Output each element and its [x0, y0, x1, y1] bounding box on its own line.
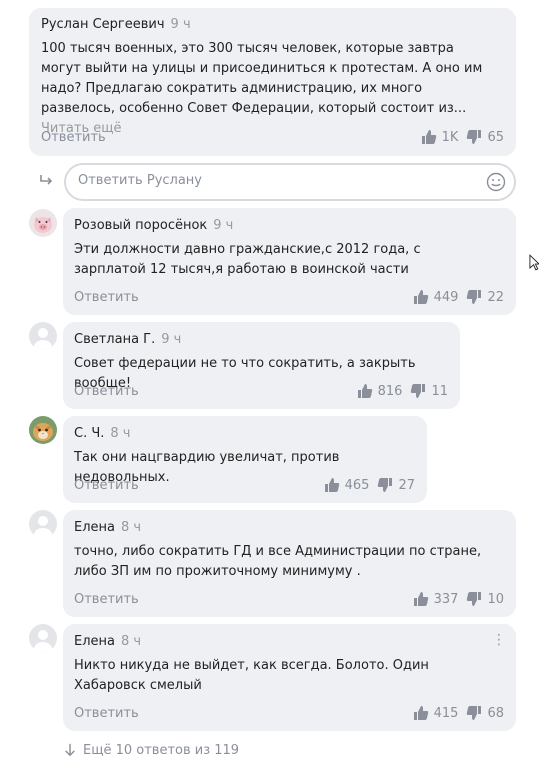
dislike-button[interactable]: 65 [466, 129, 504, 145]
like-count: 449 [433, 289, 459, 305]
comment-time: 9 ч [213, 218, 234, 233]
like-count: 415 [433, 705, 459, 721]
like-button[interactable]: 1K [421, 129, 459, 145]
thumbs-down-icon [411, 384, 426, 398]
thumbs-up-icon [357, 384, 372, 398]
comment-author[interactable]: Елена 8 ч [74, 520, 141, 535]
thumbs-up-icon [413, 706, 428, 720]
reactions: 449 22 [413, 289, 504, 305]
reply-button[interactable]: Ответить [74, 384, 139, 399]
more-replies-label: Ещё 10 ответов из 119 [83, 742, 240, 758]
reactions: 816 11 [357, 383, 448, 399]
like-button[interactable]: 415 [413, 705, 459, 721]
thumbs-down-icon [378, 478, 393, 492]
dislike-count: 22 [487, 289, 504, 305]
thumbs-up-icon [324, 478, 339, 492]
like-button[interactable]: 465 [324, 477, 370, 493]
author-name[interactable]: Елена [74, 634, 115, 649]
comment-author[interactable]: Светлана Г. 9 ч [74, 332, 181, 347]
dislike-count: 65 [487, 129, 504, 145]
reply-bubble: С. Ч. 8 ч Так они нацгвардию увеличат, пр… [63, 416, 427, 503]
thumbs-down-icon [467, 706, 482, 720]
comment-bubble: Руслан Сергеевич 9 ч 100 тысяч военных, э… [29, 8, 516, 156]
smile-icon[interactable] [486, 172, 506, 192]
like-count: 337 [433, 591, 459, 607]
like-button[interactable]: 816 [357, 383, 403, 399]
like-button[interactable]: 449 [413, 289, 459, 305]
reactions: 337 10 [413, 591, 504, 607]
like-button[interactable]: 337 [413, 591, 459, 607]
author-name[interactable]: Руслан Сергеевич [41, 17, 165, 32]
more-replies-link[interactable]: Ещё 10 ответов из 119 [63, 742, 239, 758]
reply-button[interactable]: Ответить [74, 706, 139, 721]
comment-text: 100 тысяч военных, это 300 тысяч человек… [41, 39, 496, 139]
thumbs-down-icon [467, 290, 482, 304]
comment-time: 8 ч [121, 634, 142, 649]
like-count: 465 [344, 477, 370, 493]
comment-time: 9 ч [161, 332, 182, 347]
dislike-count: 11 [431, 383, 448, 399]
dislike-button[interactable]: 11 [410, 383, 448, 399]
comment-text: Никто никуда не выйдет, как всегда. Боло… [74, 658, 429, 693]
thumbs-down-icon [467, 592, 482, 606]
more-options-icon[interactable]: ⋮ [492, 632, 506, 648]
dislike-button[interactable]: 68 [466, 705, 504, 721]
default-avatar[interactable] [29, 322, 57, 350]
dislike-count: 27 [398, 477, 415, 493]
comment-author[interactable]: Руслан Сергеевич 9 ч [41, 17, 191, 32]
dislike-button[interactable]: 22 [466, 289, 504, 305]
default-avatar[interactable] [29, 510, 57, 538]
default-avatar[interactable] [29, 624, 57, 652]
reply-bubble: Розовый поросёнок 9 ч Эти должности давно… [63, 208, 516, 315]
pig-avatar[interactable] [29, 209, 57, 237]
author-name[interactable]: С. Ч. [74, 426, 104, 441]
reply-button[interactable]: Ответить [41, 130, 106, 145]
reply-arrow-icon [40, 175, 53, 185]
reactions: 465 27 [324, 477, 415, 493]
reply-button[interactable]: Ответить [74, 592, 139, 607]
like-count: 816 [377, 383, 403, 399]
comment-body: 100 тысяч военных, это 300 тысяч человек… [41, 41, 483, 116]
comment-author[interactable]: Елена 8 ч [74, 634, 141, 649]
like-count: 1K [441, 129, 459, 145]
reply-button[interactable]: Ответить [74, 478, 139, 493]
author-name[interactable]: Светлана Г. [74, 332, 155, 347]
reply-button[interactable]: Ответить [74, 290, 139, 305]
dislike-count: 10 [487, 591, 504, 607]
thumbs-down-icon [467, 130, 482, 144]
reply-bubble: Елена 8 ч точно, либо сократить ГД и все … [63, 510, 516, 617]
thumbs-up-icon [413, 290, 428, 304]
comment-time: 9 ч [170, 17, 191, 32]
dislike-button[interactable]: 10 [466, 591, 504, 607]
comment-text: Эти должности давно гражданские,с 2012 г… [74, 242, 421, 277]
reply-input[interactable] [78, 173, 478, 188]
comment-author[interactable]: Розовый поросёнок 9 ч [74, 218, 233, 233]
thumbs-up-icon [413, 592, 428, 606]
reply-bubble: Елена 8 ч ⋮ Никто никуда не выйдет, как в… [63, 624, 516, 731]
cat-avatar[interactable] [29, 416, 57, 444]
comment-text: точно, либо сократить ГД и все Администр… [74, 544, 482, 579]
dislike-button[interactable]: 27 [377, 477, 415, 493]
arrow-down-icon [65, 743, 75, 757]
reactions: 415 68 [413, 705, 504, 721]
reply-input-box[interactable] [64, 163, 516, 201]
mouse-cursor-icon [529, 254, 539, 271]
reactions: 1K 65 [421, 129, 504, 145]
dislike-count: 68 [487, 705, 504, 721]
comment-time: 8 ч [121, 520, 142, 535]
comment-time: 8 ч [110, 426, 131, 441]
reply-bubble: Светлана Г. 9 ч Совет федерации не то что… [63, 322, 460, 409]
thumbs-up-icon [421, 130, 436, 144]
author-name[interactable]: Розовый поросёнок [74, 218, 207, 233]
comment-author[interactable]: С. Ч. 8 ч [74, 426, 130, 441]
author-name[interactable]: Елена [74, 520, 115, 535]
